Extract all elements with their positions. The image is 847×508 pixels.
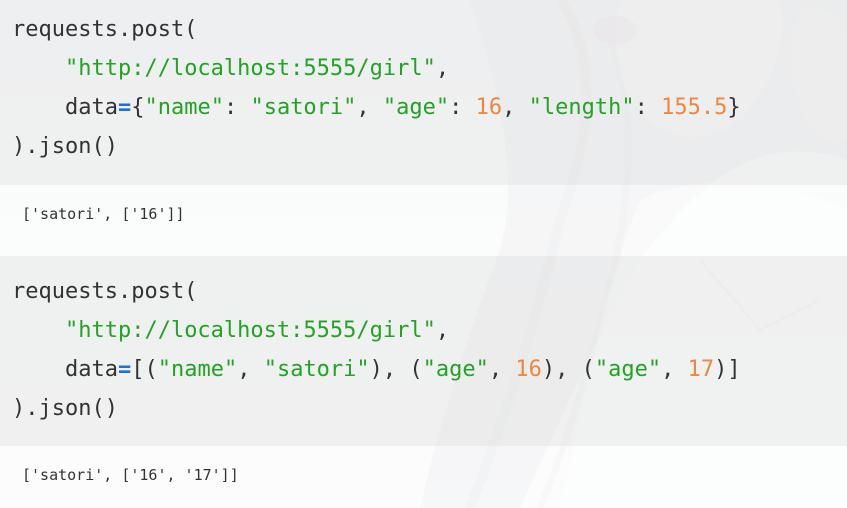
output-text: ['satori', ['16']] bbox=[22, 205, 185, 223]
code-token: data bbox=[12, 357, 118, 382]
code-token: , bbox=[356, 95, 383, 120]
code-line: "http://localhost:5555/girl", bbox=[12, 49, 847, 88]
code-line: data=[("name", "satori"), ("age", 16), (… bbox=[12, 350, 847, 389]
code-line: ).json() bbox=[12, 389, 847, 428]
operator-token: = bbox=[117, 357, 132, 382]
output-block-tuple-list-result: ['satori', ['16', '17']] bbox=[0, 446, 847, 508]
output-block-dict-result: ['satori', ['16']] bbox=[0, 185, 847, 256]
code-line: ).json() bbox=[12, 127, 847, 166]
code-token: , bbox=[661, 357, 688, 382]
code-block-tuple-list-data: requests.post( "http://localhost:5555/gi… bbox=[0, 256, 847, 446]
number-token: 16 bbox=[515, 357, 542, 382]
code-token: , bbox=[435, 56, 450, 81]
number-token: 17 bbox=[687, 357, 715, 382]
code-token: : bbox=[634, 95, 662, 120]
string-token: "length" bbox=[528, 95, 635, 120]
code-token: )] bbox=[714, 357, 741, 382]
operator-token: = bbox=[117, 95, 132, 120]
code-token: [( bbox=[131, 357, 158, 382]
string-token: "name" bbox=[144, 95, 224, 120]
string-token: "satori" bbox=[250, 95, 357, 120]
string-token: "age" bbox=[594, 357, 662, 382]
code-token: , bbox=[435, 318, 450, 343]
code-line: requests.post( bbox=[12, 272, 847, 311]
code-token: requests.post( bbox=[12, 279, 198, 304]
code-token: , bbox=[502, 95, 529, 120]
code-token: ), ( bbox=[541, 357, 595, 382]
code-block-dict-data: requests.post( "http://localhost:5555/gi… bbox=[0, 0, 847, 185]
code-token: { bbox=[131, 95, 145, 120]
code-token: ).json() bbox=[12, 396, 118, 421]
string-token: "age" bbox=[382, 95, 450, 120]
number-token: 16 bbox=[475, 95, 503, 120]
string-token: "http://localhost:5555/girl" bbox=[64, 318, 436, 343]
code-line: data={"name": "satori", "age": 16, "leng… bbox=[12, 88, 847, 127]
output-text: ['satori', ['16', '17']] bbox=[22, 466, 239, 484]
code-token: } bbox=[727, 95, 741, 120]
code-token: : bbox=[449, 95, 476, 120]
code-token: ).json() bbox=[12, 134, 118, 159]
code-line: "http://localhost:5555/girl", bbox=[12, 311, 847, 350]
code-document: requests.post( "http://localhost:5555/gi… bbox=[0, 0, 847, 508]
code-line: requests.post( bbox=[12, 10, 847, 49]
code-token: ), ( bbox=[369, 357, 423, 382]
number-token: 155.5 bbox=[661, 95, 728, 120]
string-token: "age" bbox=[422, 357, 489, 382]
code-token: , bbox=[488, 357, 516, 382]
string-token: "satori" bbox=[263, 357, 370, 382]
string-token: "name" bbox=[157, 357, 238, 382]
code-token: data bbox=[12, 95, 118, 120]
string-token: "http://localhost:5555/girl" bbox=[64, 56, 436, 81]
code-token: requests.post( bbox=[12, 17, 198, 42]
code-token: : bbox=[223, 95, 251, 120]
code-token: , bbox=[237, 357, 264, 382]
